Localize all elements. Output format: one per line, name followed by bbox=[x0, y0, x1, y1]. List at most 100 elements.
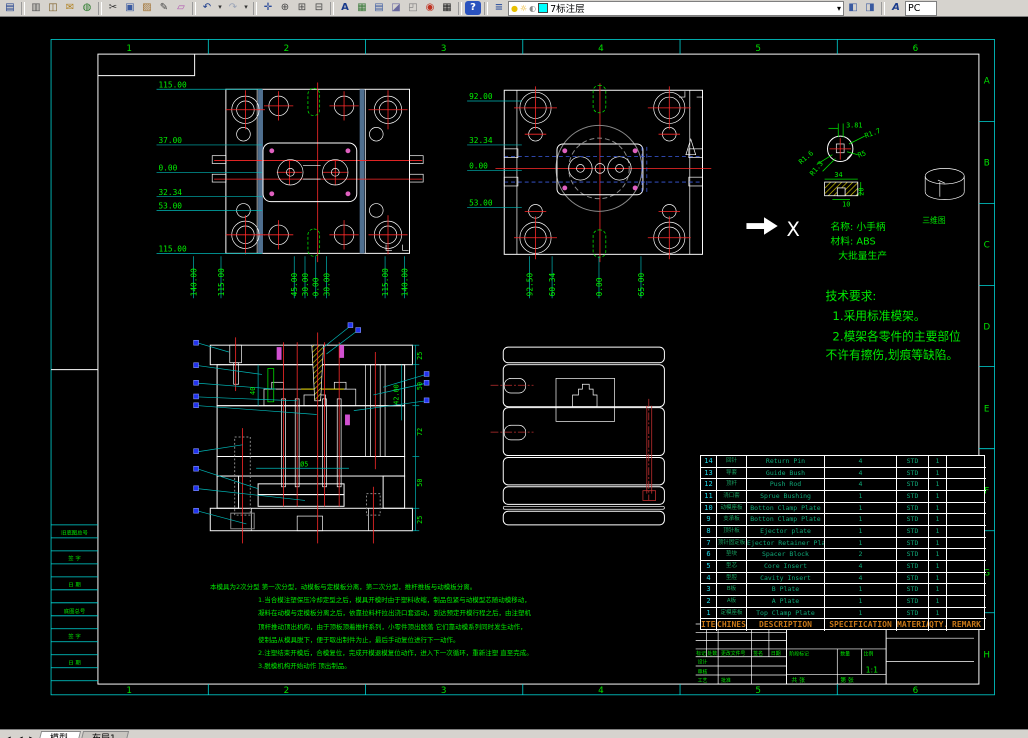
bom-qty-cell: 1 bbox=[929, 467, 947, 480]
bom-description-cell: Core Insert bbox=[747, 560, 825, 573]
layer-color-swatch[interactable] bbox=[538, 3, 549, 13]
bom-remark-cell bbox=[947, 584, 986, 596]
bom-chinese-cell: 顶针固定板 bbox=[717, 537, 747, 550]
zone-label: 6 bbox=[913, 44, 919, 54]
save-icon[interactable]: ▤ bbox=[2, 1, 18, 15]
left-margin-block: 旧底图总号 签 字 日 期 底图总号 签 字 日 期 bbox=[51, 524, 98, 682]
svg-text:25: 25 bbox=[416, 516, 424, 524]
svg-text:比例: 比例 bbox=[864, 651, 874, 658]
text-style-icon[interactable]: A bbox=[888, 1, 904, 15]
notes-line: 1.当合模注塑保压冷却定型之后，模具开模时由于塑料收缩，制品包紧与动模型芯随动模… bbox=[258, 596, 531, 605]
tab-model[interactable]: 模型 bbox=[36, 730, 82, 738]
bom-material-cell: STD bbox=[897, 584, 929, 596]
make-object-layer-current-icon[interactable]: ◧ bbox=[845, 1, 861, 15]
bom-remark-cell bbox=[947, 514, 986, 526]
bom-chinese-cell: B板 bbox=[717, 584, 747, 596]
zoom-previous-icon[interactable]: ⊟ bbox=[311, 1, 327, 15]
svg-text:65.00: 65.00 bbox=[637, 273, 646, 297]
bom-qty-cell: 1 bbox=[929, 479, 947, 491]
axis-label: X bbox=[786, 218, 799, 241]
zone-label: 1 bbox=[126, 44, 132, 54]
zoom-window-icon[interactable]: ⊞ bbox=[294, 1, 310, 15]
layer-combo[interactable]: ● ☼ ◐ 7标注层 ▾ bbox=[508, 0, 844, 16]
redo-icon[interactable]: ↷ bbox=[225, 1, 241, 15]
tab-layout1[interactable]: 布局1 bbox=[78, 730, 129, 738]
bom-material-cell: STD bbox=[897, 549, 929, 561]
bom-specification-cell: 1 bbox=[825, 584, 897, 596]
zone-label: 4 bbox=[598, 44, 604, 54]
match-properties-icon[interactable]: ✎ bbox=[156, 1, 172, 15]
help-icon[interactable]: ? bbox=[465, 1, 481, 15]
bom-header-specification: SPECIFICATION bbox=[825, 619, 897, 631]
svg-text:30.00: 30.00 bbox=[301, 273, 310, 297]
table-icon[interactable]: ▤ bbox=[371, 1, 387, 15]
bom-material-cell: STD bbox=[897, 560, 929, 573]
web-icon[interactable]: ◍ bbox=[79, 1, 95, 15]
layer-lock-icon[interactable]: ◐ bbox=[529, 3, 536, 14]
layer-freeze-icon[interactable]: ☼ bbox=[520, 3, 527, 14]
bom-description-cell: Top Clamp Plate bbox=[747, 607, 825, 620]
layer-combo-caret-icon[interactable]: ▾ bbox=[837, 4, 841, 13]
palette-icon[interactable]: ▦ bbox=[354, 1, 370, 15]
view2-plan: 92.00 32.34 0.00 53.00 92.50 60.34 0.00 … bbox=[467, 83, 712, 299]
find-icon[interactable]: A bbox=[337, 1, 353, 15]
layout-tab-bar: ◀ ◀ ▶ 模型 布局1 bbox=[0, 729, 1028, 738]
svg-text:53.00: 53.00 bbox=[469, 198, 493, 207]
bom-header-remark: REMARK bbox=[952, 620, 981, 630]
detail-part: 3.81 R1.7 R5 R1.6 R1.3 34 10 20 三维图 bbox=[797, 121, 965, 225]
svg-text:0.00: 0.00 bbox=[312, 277, 321, 296]
tab-layout1-label: 布局1 bbox=[92, 732, 116, 738]
current-layer-name: 7标注层 bbox=[550, 4, 585, 15]
bom-qty-cell: 1 bbox=[929, 490, 947, 503]
svg-text:阶段标记: 阶段标记 bbox=[789, 651, 809, 658]
calculator-icon[interactable]: ▦ bbox=[439, 1, 455, 15]
toolbar-separator bbox=[484, 1, 488, 15]
print-icon[interactable]: ▥ bbox=[28, 1, 44, 15]
bom-chinese-cell: 导套 bbox=[717, 467, 747, 480]
svg-text:日 期: 日 期 bbox=[68, 581, 80, 588]
notes-intro: 本模具为2次分型 第一次分型，动模板与定模板分离，第二次分型，推杆推板与动模板分… bbox=[210, 583, 477, 591]
leader-balloons bbox=[193, 322, 430, 525]
svg-text:115.00: 115.00 bbox=[381, 268, 390, 296]
undo-caret-icon[interactable]: ▾ bbox=[216, 1, 224, 15]
bom-description-cell: B Plate bbox=[747, 584, 825, 596]
erase-icon[interactable]: ▱ bbox=[173, 1, 189, 15]
bom-description-cell: A Plate bbox=[747, 595, 825, 608]
layers-icon[interactable]: ≡ bbox=[491, 1, 507, 15]
copy-icon[interactable]: ▣ bbox=[122, 1, 138, 15]
svg-text:53.00: 53.00 bbox=[158, 201, 182, 210]
bom-material-cell: STD bbox=[897, 607, 929, 620]
notes-line: 顶杆推动顶出机构，由于顶板顶着推杆系列，小零件顶出脱落 它们靠动模系列同时发生动… bbox=[258, 622, 527, 631]
bom-description-cell: Ejector Retainer Plate bbox=[747, 537, 825, 550]
view1-dimensions: 115.00 37.00 0.00 32.34 53.00 115.00 140… bbox=[156, 80, 410, 299]
markup-icon[interactable]: ◪ bbox=[388, 1, 404, 15]
svg-text:共 张: 共 张 bbox=[791, 676, 805, 684]
bom-material-cell: STD bbox=[897, 514, 929, 526]
bom-description-cell: Botton Clamp Plate bbox=[747, 514, 825, 526]
side-view bbox=[490, 346, 665, 526]
publish-icon[interactable]: ✉ bbox=[62, 1, 78, 15]
sheetset-icon[interactable]: ◰ bbox=[405, 1, 421, 15]
zone-label: 5 bbox=[755, 44, 761, 54]
layer-previous-icon[interactable]: ◨ bbox=[862, 1, 878, 15]
pan-icon[interactable]: ✛ bbox=[260, 1, 276, 15]
layer-on-bulb-icon[interactable]: ● bbox=[511, 3, 518, 14]
tab-model-label: 模型 bbox=[50, 732, 68, 738]
svg-text:10: 10 bbox=[842, 200, 850, 208]
bom-item-cell: 6 bbox=[701, 549, 717, 561]
zone-label: 5 bbox=[755, 686, 761, 696]
zoom-realtime-icon[interactable]: ⊕ bbox=[277, 1, 293, 15]
cut-icon[interactable]: ✂ bbox=[105, 1, 121, 15]
print-preview-icon[interactable]: ◫ bbox=[45, 1, 61, 15]
bom-specification-cell: 4 bbox=[825, 560, 897, 573]
text-style-combo[interactable]: PC bbox=[905, 0, 937, 16]
scale-value: 1:1 bbox=[866, 665, 879, 674]
paste-icon[interactable]: ▨ bbox=[139, 1, 155, 15]
tool-red-icon[interactable]: ◉ bbox=[422, 1, 438, 15]
bom-item-cell: 14 bbox=[701, 456, 717, 468]
redo-caret-icon[interactable]: ▾ bbox=[242, 1, 250, 15]
bom-remark-cell bbox=[947, 468, 986, 480]
undo-icon[interactable]: ↶ bbox=[199, 1, 215, 15]
bom-remark-cell bbox=[947, 596, 986, 608]
notes-line: 3.脱模机构开始动作 顶出制品。 bbox=[258, 662, 351, 671]
